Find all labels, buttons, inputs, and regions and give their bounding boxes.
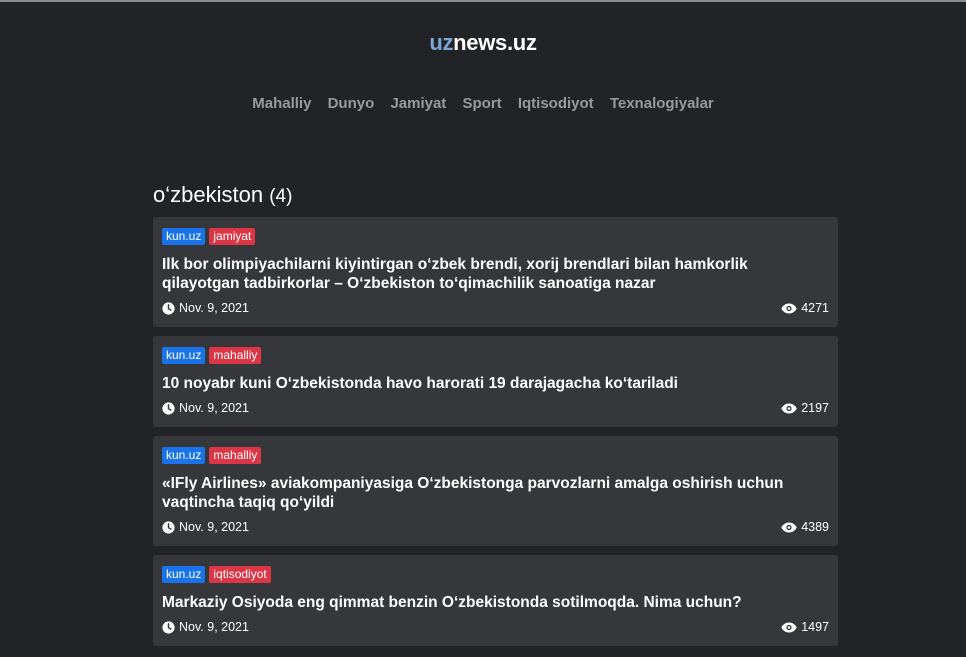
nav-item-dunyo[interactable]: Dunyo bbox=[328, 95, 375, 112]
nav-item-texnalogiyalar[interactable]: Texnalogiyalar bbox=[610, 95, 714, 112]
page-title: o‘zbekiston (4) bbox=[153, 182, 292, 208]
eye-icon bbox=[781, 522, 797, 532]
category-badge[interactable]: mahalliy bbox=[209, 347, 262, 364]
date-text: Nov. 9, 2021 bbox=[179, 301, 249, 315]
article-meta: Nov. 9, 2021 4271 bbox=[162, 301, 829, 317]
article-badges: kun.uz mahalliy bbox=[162, 347, 829, 365]
views-count: 4271 bbox=[801, 301, 829, 315]
article-list: kun.uz jamiyat Ilk bor olimpiyachilarni k… bbox=[153, 217, 838, 655]
article-date: Nov. 9, 2021 bbox=[162, 620, 249, 634]
source-badge[interactable]: kun.uz bbox=[162, 447, 206, 464]
article-date: Nov. 9, 2021 bbox=[162, 401, 249, 415]
logo-prefix: uz bbox=[429, 30, 454, 55]
article-meta: Nov. 9, 2021 4389 bbox=[162, 520, 829, 536]
nav-item-mahalliy[interactable]: Mahalliy bbox=[252, 95, 311, 112]
article-title[interactable]: Markaziy Osiyoda eng qimmat benzin O‘zbe… bbox=[162, 593, 829, 612]
category-badge[interactable]: iqtisodiyot bbox=[209, 566, 271, 583]
article-card[interactable]: kun.uz mahalliy «IFly Airlines» aviakompa… bbox=[153, 436, 838, 546]
article-card[interactable]: kun.uz jamiyat Ilk bor olimpiyachilarni k… bbox=[153, 217, 838, 327]
article-card[interactable]: kun.uz iqtisodiyot Markaziy Osiyoda eng q… bbox=[153, 555, 838, 646]
eye-icon bbox=[781, 622, 797, 632]
article-views: 1497 bbox=[781, 620, 829, 634]
article-title[interactable]: Ilk bor olimpiyachilarni kiyintirgan o‘z… bbox=[162, 255, 829, 293]
article-views: 2197 bbox=[781, 401, 829, 415]
article-badges: kun.uz iqtisodiyot bbox=[162, 566, 829, 584]
article-badges: kun.uz mahalliy bbox=[162, 447, 829, 465]
views-count: 1497 bbox=[801, 620, 829, 634]
tag-count: (4) bbox=[269, 186, 293, 207]
site-logo[interactable]: uznews.uz bbox=[0, 30, 966, 56]
article-badges: kun.uz jamiyat bbox=[162, 228, 829, 246]
article-meta: Nov. 9, 2021 1497 bbox=[162, 620, 829, 636]
article-views: 4271 bbox=[781, 301, 829, 315]
top-border bbox=[0, 0, 966, 2]
eye-icon bbox=[781, 403, 797, 413]
article-meta: Nov. 9, 2021 2197 bbox=[162, 401, 829, 417]
article-title[interactable]: «IFly Airlines» aviakompaniyasiga O‘zbek… bbox=[162, 474, 829, 512]
views-count: 4389 bbox=[801, 520, 829, 534]
source-badge[interactable]: kun.uz bbox=[162, 566, 206, 583]
date-text: Nov. 9, 2021 bbox=[179, 620, 249, 634]
date-text: Nov. 9, 2021 bbox=[179, 401, 249, 415]
tag-name: o‘zbekiston bbox=[153, 182, 264, 207]
category-badge[interactable]: jamiyat bbox=[209, 228, 256, 245]
clock-icon bbox=[162, 401, 175, 415]
article-date: Nov. 9, 2021 bbox=[162, 520, 249, 534]
clock-icon bbox=[162, 620, 175, 634]
article-date: Nov. 9, 2021 bbox=[162, 301, 249, 315]
article-views: 4389 bbox=[781, 520, 829, 534]
clock-icon bbox=[162, 301, 175, 315]
eye-icon bbox=[781, 303, 797, 313]
nav-item-jamiyat[interactable]: Jamiyat bbox=[390, 95, 446, 112]
article-title[interactable]: 10 noyabr kuni O‘zbekistonda havo harora… bbox=[162, 374, 829, 393]
logo-rest: news.uz bbox=[453, 30, 537, 55]
category-badge[interactable]: mahalliy bbox=[209, 447, 262, 464]
clock-icon bbox=[162, 520, 175, 534]
source-badge[interactable]: kun.uz bbox=[162, 347, 206, 364]
nav-item-iqtisodiyot[interactable]: Iqtisodiyot bbox=[518, 95, 594, 112]
category-nav: Mahalliy Dunyo Jamiyat Sport Iqtisodiyot… bbox=[0, 95, 966, 112]
nav-item-sport[interactable]: Sport bbox=[462, 95, 501, 112]
date-text: Nov. 9, 2021 bbox=[179, 520, 249, 534]
article-card[interactable]: kun.uz mahalliy 10 noyabr kuni O‘zbekisto… bbox=[153, 336, 838, 427]
source-badge[interactable]: kun.uz bbox=[162, 228, 206, 245]
views-count: 2197 bbox=[801, 401, 829, 415]
